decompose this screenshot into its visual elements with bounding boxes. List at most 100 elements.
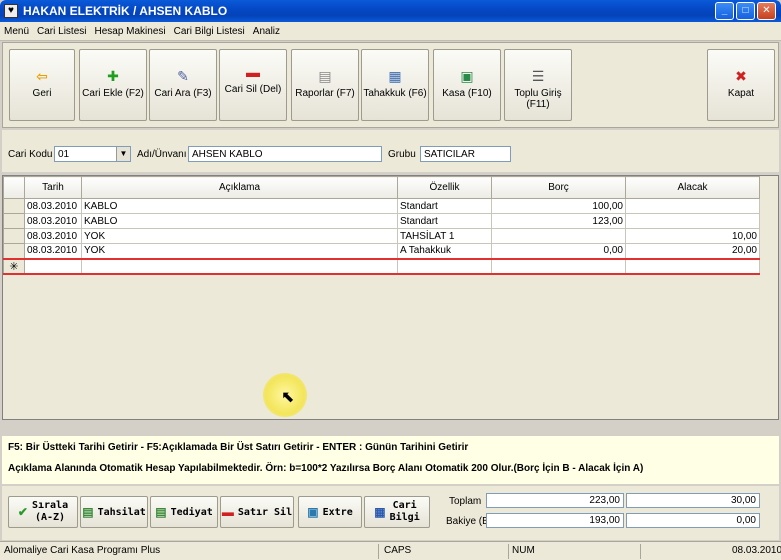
adi-unvani-label: Adı/Ünvanı — [137, 149, 187, 160]
menu-item-menu[interactable]: Menü — [0, 26, 33, 37]
status-num: NUM — [512, 545, 535, 556]
add-row-icon: ▤ — [82, 505, 94, 519]
cell-aciklama[interactable]: KABLO — [81, 198, 398, 214]
title-bar: ♥ HAKAN ELEKTRİK / AHSEN KABLO _ □ ✕ — [0, 0, 781, 22]
cell-alacak[interactable]: 20,00 — [625, 243, 760, 259]
cari-kodu-combobox[interactable]: 01 ▼ — [54, 146, 131, 162]
grubu-field[interactable]: SATICILAR — [420, 146, 511, 162]
close-button[interactable]: ✕ — [757, 2, 776, 20]
cell-aciklama[interactable]: YOK — [81, 228, 398, 244]
cell-ozellik[interactable]: Standart — [397, 198, 492, 214]
calendar-icon: ▦ — [388, 68, 402, 84]
row-selector[interactable] — [3, 243, 25, 259]
cell-tarih[interactable] — [24, 257, 82, 275]
col-header-ozellik[interactable]: Özellik — [397, 176, 492, 199]
cari-ara-button[interactable]: ✎ Cari Ara (F3) — [149, 49, 217, 121]
cell-ozellik[interactable]: TAHSİLAT 1 — [397, 228, 492, 244]
adi-unvani-field[interactable]: AHSEN KABLO — [188, 146, 382, 162]
status-divider — [508, 544, 509, 559]
cell-borc[interactable] — [491, 257, 626, 275]
cell-borc[interactable]: 0,00 — [491, 243, 626, 259]
tahsilat-button[interactable]: ▤ Tahsilat — [80, 496, 148, 528]
add-row-icon: ▤ — [155, 505, 167, 519]
chevron-down-icon[interactable]: ▼ — [116, 147, 130, 161]
menu-item-cari-bilgi-listesi[interactable]: Cari Bilgi Listesi — [170, 26, 249, 37]
cash-register-icon: ▣ — [460, 68, 474, 84]
help-line-2: Açıklama Alanında Otomatik Hesap Yapılab… — [8, 463, 644, 474]
report-icon: ▤ — [318, 68, 332, 84]
bakiye-borc-field: 193,00 — [486, 513, 624, 528]
sirala-button[interactable]: ✔ Sırala (A-Z) — [8, 496, 78, 528]
help-line-1: F5: Bir Üstteki Tarihi Getirir - F5:Açık… — [8, 442, 469, 453]
cell-tarih[interactable]: 08.03.2010 — [24, 198, 82, 214]
checkmark-icon: ✔ — [17, 505, 28, 519]
col-header-alacak[interactable]: Alacak — [625, 176, 760, 199]
cell-borc[interactable]: 100,00 — [491, 198, 626, 214]
row-selector-header — [3, 176, 25, 199]
menu-item-cari-listesi[interactable]: Cari Listesi — [33, 26, 90, 37]
cell-alacak[interactable] — [625, 198, 760, 214]
tahakkuk-button[interactable]: ▦ Tahakkuk (F6) — [361, 49, 429, 121]
back-arrow-icon: ⇦ — [36, 68, 48, 84]
new-row[interactable]: ✳ — [3, 257, 760, 275]
maximize-button[interactable]: □ — [736, 2, 755, 20]
status-bar: Alomaliye Cari Kasa Programı Plus CAPS N… — [0, 541, 781, 560]
toplam-label: Toplam — [449, 496, 482, 507]
grubu-label: Grubu — [388, 149, 416, 160]
cell-aciklama[interactable] — [81, 257, 398, 275]
col-header-tarih[interactable]: Tarih — [24, 176, 82, 199]
geri-button[interactable]: ⇦ Geri — [9, 49, 75, 121]
cell-tarih[interactable]: 08.03.2010 — [24, 243, 82, 259]
table-row[interactable]: 08.03.2010 KABLO Standart 100,00 — [3, 198, 760, 214]
bakiye-alacak-field: 0,00 — [626, 513, 760, 528]
toplam-borc-field: 223,00 — [486, 493, 624, 508]
table-row[interactable]: 08.03.2010 YOK A Tahakkuk 0,00 20,00 — [3, 243, 760, 259]
cell-borc[interactable]: 123,00 — [491, 213, 626, 229]
kapat-button[interactable]: ✖ Kapat — [707, 49, 775, 121]
cari-form: Cari Kodu 01 ▼ Adı/Ünvanı AHSEN KABLO Gr… — [2, 130, 779, 172]
table-row[interactable]: 08.03.2010 KABLO Standart 123,00 — [3, 213, 760, 229]
cell-alacak[interactable] — [625, 257, 760, 275]
cell-borc[interactable] — [491, 228, 626, 244]
close-x-icon: ✖ — [735, 68, 747, 84]
cell-ozellik[interactable]: A Tahakkuk — [397, 243, 492, 259]
cari-sil-button[interactable]: ▬ Cari Sil (Del) — [219, 49, 287, 121]
edit-search-icon: ✎ — [177, 68, 189, 84]
menu-item-hesap-makinesi[interactable]: Hesap Makinesi — [90, 26, 169, 37]
status-divider — [640, 544, 641, 559]
cell-alacak[interactable] — [625, 213, 760, 229]
cari-ekle-button[interactable]: ✚ Cari Ekle (F2) — [79, 49, 147, 121]
minus-icon: ▬ — [221, 505, 234, 519]
cari-bilgi-button[interactable]: ▦ Cari Bilgi — [364, 496, 430, 528]
cari-kodu-label: Cari Kodu — [8, 149, 53, 160]
col-header-borc[interactable]: Borç — [491, 176, 626, 199]
satir-sil-button[interactable]: ▬ Satır Sil — [220, 496, 294, 528]
row-selector[interactable] — [3, 213, 25, 229]
cell-ozellik[interactable]: Standart — [397, 213, 492, 229]
table-row[interactable]: 08.03.2010 YOK TAHSİLAT 1 10,00 — [3, 228, 760, 244]
raporlar-button[interactable]: ▤ Raporlar (F7) — [291, 49, 359, 121]
cell-tarih[interactable]: 08.03.2010 — [24, 213, 82, 229]
extre-button[interactable]: ▣ Extre — [298, 496, 362, 528]
tediyat-button[interactable]: ▤ Tediyat — [150, 496, 218, 528]
window-title: HAKAN ELEKTRİK / AHSEN KABLO — [23, 4, 228, 18]
row-selector[interactable] — [3, 198, 25, 214]
hareket-grid: Tarih Açıklama Özellik Borç Alacak 08.03… — [2, 175, 779, 420]
minimize-button[interactable]: _ — [715, 2, 734, 20]
cell-aciklama[interactable]: YOK — [81, 243, 398, 259]
row-selector[interactable] — [3, 228, 25, 244]
cell-aciklama[interactable]: KABLO — [81, 213, 398, 229]
minus-icon: ▬ — [246, 64, 260, 80]
col-header-aciklama[interactable]: Açıklama — [81, 176, 398, 199]
kasa-button[interactable]: ▣ Kasa (F10) — [433, 49, 501, 121]
bottom-panel: ✔ Sırala (A-Z) ▤ Tahsilat ▤ Tediyat ▬ Sa… — [2, 486, 779, 540]
menu-item-analiz[interactable]: Analiz — [249, 26, 284, 37]
cell-tarih[interactable]: 08.03.2010 — [24, 228, 82, 244]
statement-icon: ▣ — [307, 505, 319, 519]
cell-alacak[interactable]: 10,00 — [625, 228, 760, 244]
status-caps: CAPS — [384, 545, 412, 556]
plus-icon: ✚ — [107, 68, 119, 84]
status-date: 08.03.2010 — [732, 545, 781, 556]
cell-ozellik[interactable] — [397, 257, 492, 275]
toplu-giris-button[interactable]: ☰ Toplu Giriş (F11) — [504, 49, 572, 121]
